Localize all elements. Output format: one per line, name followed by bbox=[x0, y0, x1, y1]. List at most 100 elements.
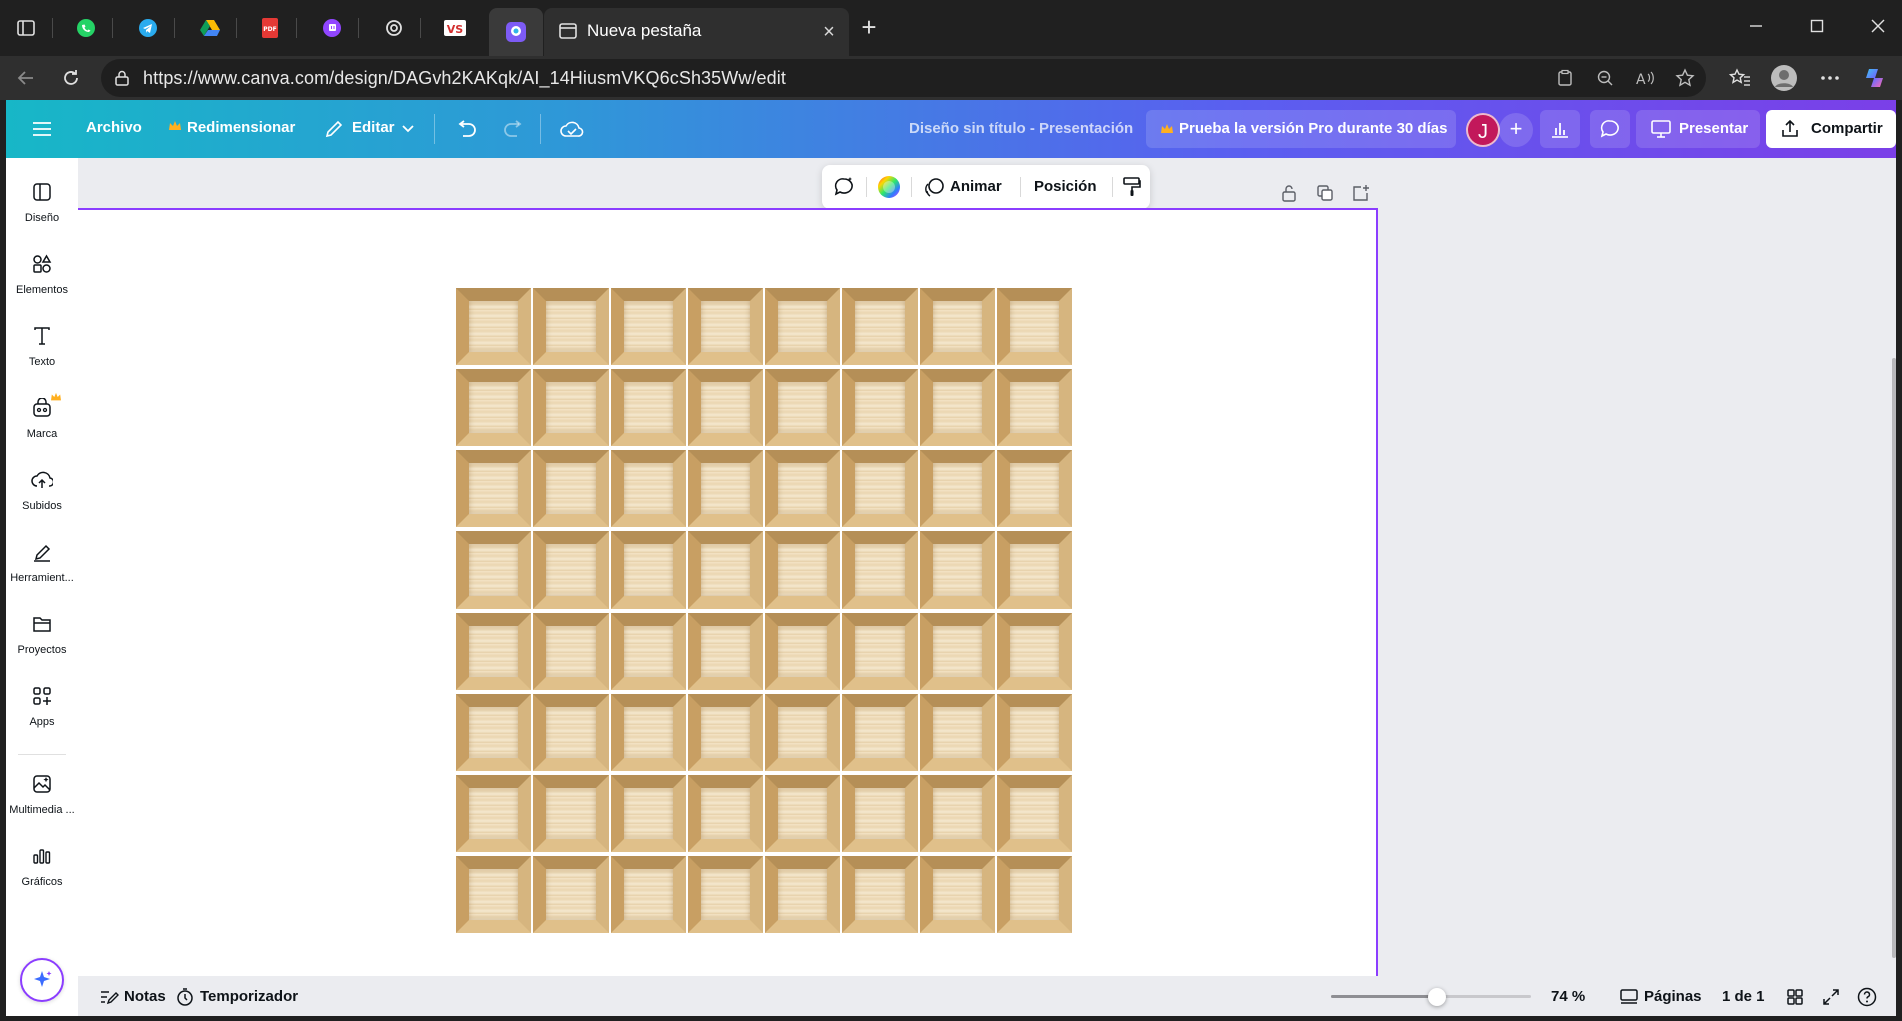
svg-text:A: A bbox=[1636, 72, 1646, 87]
crate-grid-image[interactable] bbox=[456, 288, 1072, 933]
sidebar-item-label: Multimedia ... bbox=[9, 804, 75, 816]
magic-assistant-button[interactable] bbox=[20, 958, 64, 1002]
twitch-icon[interactable] bbox=[314, 10, 350, 46]
telegram-icon[interactable] bbox=[130, 10, 166, 46]
pages-button[interactable]: Páginas bbox=[1644, 988, 1702, 1005]
timer-icon[interactable] bbox=[174, 986, 196, 1008]
edit-menu[interactable]: Editar bbox=[352, 119, 395, 136]
canva-tab[interactable] bbox=[489, 8, 543, 56]
resize-button[interactable]: Redimensionar bbox=[187, 119, 295, 136]
tab-separator bbox=[236, 18, 237, 38]
crate-tile bbox=[533, 774, 609, 852]
draw-icon bbox=[30, 540, 54, 564]
crate-tile bbox=[842, 855, 918, 933]
favorite-star-icon[interactable] bbox=[1673, 66, 1697, 90]
add-page-icon[interactable] bbox=[1350, 182, 1372, 204]
notes-icon[interactable] bbox=[98, 986, 120, 1008]
minimize-icon[interactable] bbox=[1736, 10, 1776, 42]
duplicate-page-icon[interactable] bbox=[1314, 182, 1336, 204]
position-button[interactable]: Posición bbox=[1034, 178, 1097, 195]
zoom-value[interactable]: 74 % bbox=[1551, 988, 1585, 1005]
chevron-down-icon[interactable] bbox=[394, 115, 422, 143]
pencil-icon[interactable] bbox=[320, 115, 348, 143]
add-collaborator-button[interactable]: + bbox=[1499, 113, 1533, 147]
tab-separator bbox=[112, 18, 113, 38]
tab-actions-icon[interactable] bbox=[8, 10, 44, 46]
crate-tile bbox=[687, 693, 763, 771]
crate-tile bbox=[687, 855, 763, 933]
copilot-icon[interactable] bbox=[1860, 62, 1892, 94]
sidebar-item-projects[interactable]: Proyectos bbox=[6, 612, 78, 672]
sidebar-item-text[interactable]: Texto bbox=[6, 324, 78, 384]
google-drive-icon[interactable] bbox=[192, 10, 228, 46]
openai-icon[interactable] bbox=[376, 10, 412, 46]
sidebar-item-tools[interactable]: Herramient... bbox=[6, 540, 78, 600]
design-page[interactable] bbox=[78, 208, 1378, 976]
profile-avatar-icon[interactable] bbox=[1768, 62, 1800, 94]
reload-icon[interactable] bbox=[55, 62, 87, 94]
url-text[interactable]: https://www.canva.com/design/DAGvh2KAKqk… bbox=[143, 68, 786, 89]
pro-trial-button[interactable]: Prueba la versión Pro durante 30 días bbox=[1146, 110, 1456, 148]
zoom-slider-handle[interactable] bbox=[1428, 988, 1446, 1006]
crate-tile bbox=[533, 693, 609, 771]
lock-icon[interactable] bbox=[1278, 182, 1300, 204]
back-icon[interactable] bbox=[10, 62, 42, 94]
notes-button[interactable]: Notas bbox=[124, 988, 166, 1005]
sidebar-item-elements[interactable]: Elementos bbox=[6, 252, 78, 312]
sidebar-item-uploads[interactable]: Subidos bbox=[6, 468, 78, 528]
help-icon[interactable] bbox=[1856, 986, 1878, 1008]
favorites-icon[interactable] bbox=[1724, 62, 1756, 94]
timer-button[interactable]: Temporizador bbox=[200, 988, 298, 1005]
site-info-icon[interactable] bbox=[113, 69, 131, 87]
hamburger-menu-icon[interactable] bbox=[28, 115, 56, 143]
vs-icon[interactable]: VS bbox=[437, 10, 473, 46]
cloud-saved-icon[interactable] bbox=[558, 115, 586, 143]
tab-separator bbox=[52, 18, 53, 38]
animate-icon[interactable] bbox=[922, 175, 946, 199]
read-aloud-icon[interactable]: A bbox=[1633, 66, 1657, 90]
crate-tile bbox=[996, 288, 1072, 366]
grid-view-icon[interactable] bbox=[1784, 986, 1806, 1008]
vertical-scrollbar[interactable] bbox=[1892, 358, 1896, 958]
insights-button[interactable] bbox=[1540, 110, 1580, 148]
crate-tile bbox=[456, 693, 532, 771]
pages-icon[interactable] bbox=[1618, 986, 1640, 1008]
more-options-icon[interactable] bbox=[1814, 62, 1846, 94]
whatsapp-icon[interactable] bbox=[68, 10, 104, 46]
browser-toolbar: https://www.canva.com/design/DAGvh2KAKqk… bbox=[0, 56, 1902, 100]
share-button[interactable]: Compartir bbox=[1766, 110, 1896, 148]
pdf-icon[interactable]: PDF bbox=[252, 10, 288, 46]
maximize-icon[interactable] bbox=[1797, 10, 1837, 42]
sidebar-item-charts[interactable]: Gráficos bbox=[6, 844, 78, 904]
animate-button[interactable]: Animar bbox=[950, 178, 1002, 195]
zoom-out-icon[interactable] bbox=[1593, 66, 1617, 90]
sidebar-item-apps[interactable]: Apps bbox=[6, 684, 78, 744]
close-tab-icon[interactable]: × bbox=[817, 20, 841, 44]
paint-roller-icon[interactable] bbox=[1120, 175, 1144, 199]
page-counter: 1 de 1 bbox=[1722, 988, 1765, 1005]
elements-icon bbox=[30, 252, 54, 276]
ai-edit-icon[interactable] bbox=[832, 175, 856, 199]
sidebar-item-design[interactable]: Diseño bbox=[6, 180, 78, 240]
sidebar-item-label: Apps bbox=[29, 716, 55, 728]
redo-icon[interactable] bbox=[500, 115, 528, 143]
crate-tile bbox=[533, 855, 609, 933]
sidebar-item-media[interactable]: Multimedia ... bbox=[6, 772, 78, 832]
file-menu[interactable]: Archivo bbox=[86, 119, 142, 136]
sidebar-item-label: Marca bbox=[26, 428, 58, 440]
present-button[interactable]: Presentar bbox=[1636, 110, 1760, 148]
crate-tile bbox=[456, 612, 532, 690]
new-tab-button[interactable]: + bbox=[855, 14, 883, 42]
sidebar-item-brand[interactable]: Marca bbox=[6, 392, 78, 456]
color-picker-icon[interactable] bbox=[877, 175, 901, 199]
crate-tile bbox=[687, 774, 763, 852]
window-close-icon[interactable] bbox=[1858, 10, 1898, 42]
fullscreen-icon[interactable] bbox=[1820, 986, 1842, 1008]
comments-button[interactable] bbox=[1590, 110, 1630, 148]
document-title[interactable]: Diseño sin título - Presentación bbox=[909, 120, 1133, 137]
address-bar[interactable]: https://www.canva.com/design/DAGvh2KAKqk… bbox=[101, 59, 1706, 97]
undo-icon[interactable] bbox=[452, 115, 480, 143]
active-tab[interactable]: Nueva pestaña × bbox=[544, 8, 849, 56]
clipboard-icon[interactable] bbox=[1553, 66, 1577, 90]
user-avatar[interactable]: J bbox=[1466, 113, 1500, 147]
